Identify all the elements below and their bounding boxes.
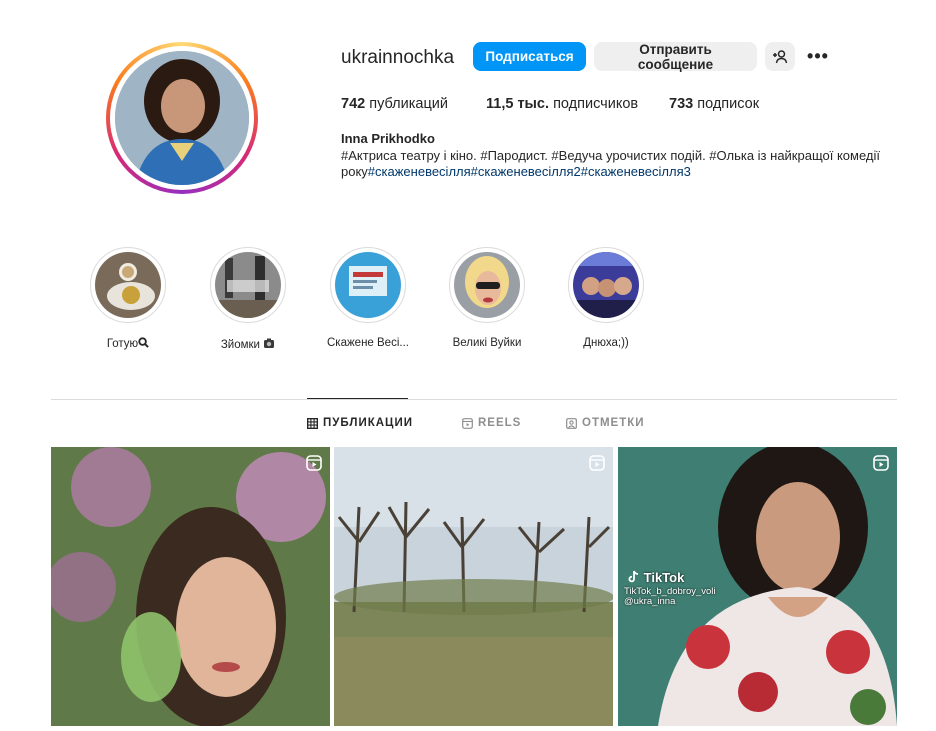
avatar[interactable] bbox=[115, 51, 249, 185]
post-thumbnail[interactable] bbox=[334, 447, 613, 726]
followers-stat[interactable]: 11,5 тыс. подписчиков bbox=[486, 96, 638, 112]
highlight-item[interactable]: Великі Вуйки bbox=[427, 247, 547, 349]
highlight-item[interactable]: Готую bbox=[68, 247, 188, 350]
post-image bbox=[334, 447, 613, 726]
tiktok-logo-text: TikTok bbox=[643, 570, 685, 585]
tabs-divider bbox=[51, 399, 897, 400]
post-thumbnail[interactable] bbox=[51, 447, 330, 726]
reel-badge-icon bbox=[873, 455, 889, 471]
tab-tagged[interactable]: ОТМЕТКИ bbox=[566, 417, 645, 429]
send-message-button[interactable]: Отправить сообщение bbox=[594, 42, 757, 72]
highlight-ring bbox=[449, 247, 525, 323]
grid-icon bbox=[307, 417, 318, 429]
highlight-label: Днюха;)) bbox=[583, 337, 629, 349]
tab-posts-label: ПУБЛИКАЦИИ bbox=[323, 417, 413, 429]
tagged-icon bbox=[566, 417, 577, 429]
search-icon bbox=[138, 337, 149, 348]
tiktok-username: TikTok_b_dobroy_voli @ukra_inna bbox=[624, 587, 716, 607]
camera-emoji-icon bbox=[264, 338, 275, 348]
profile-avatar-ring[interactable] bbox=[106, 42, 258, 194]
reels-icon bbox=[462, 417, 473, 429]
avatar-photo bbox=[115, 51, 249, 185]
bio: #Актриса театру і кіно. #Пародист. #Веду… bbox=[341, 148, 881, 180]
following-label: подписок bbox=[697, 96, 760, 112]
highlight-cover bbox=[335, 252, 401, 318]
tab-reels-label: REELS bbox=[478, 417, 522, 429]
tab-reels[interactable]: REELS bbox=[462, 417, 521, 429]
posts-count-stat[interactable]: 742 публикаций bbox=[341, 96, 448, 112]
bio-hashtag-link[interactable]: #скаженевесілля bbox=[368, 164, 471, 179]
post-image bbox=[51, 447, 330, 726]
tiktok-icon bbox=[628, 570, 639, 583]
highlight-cover bbox=[95, 252, 161, 318]
highlight-label: Великі Вуйки bbox=[452, 337, 522, 349]
reel-badge-icon bbox=[589, 455, 605, 471]
highlight-item[interactable]: Скажене Весі... bbox=[308, 247, 428, 349]
highlight-cover bbox=[454, 252, 520, 318]
post-thumbnail[interactable]: TikTok TikTok_b_dobroy_voli @ukra_inna bbox=[618, 447, 897, 726]
followers-label: подписчиков bbox=[553, 96, 639, 112]
highlight-ring bbox=[90, 247, 166, 323]
highlight-item[interactable]: Днюха;)) bbox=[546, 247, 666, 349]
suggested-users-button[interactable] bbox=[765, 42, 795, 71]
follow-button[interactable]: Подписаться bbox=[473, 42, 586, 71]
avatar-gap bbox=[110, 46, 254, 190]
highlight-label: Готую bbox=[68, 337, 188, 350]
bio-hashtag-link[interactable]: #скаженевесілля2 bbox=[471, 164, 581, 179]
followers-count: 11,5 тыс. bbox=[486, 96, 550, 112]
active-tab-indicator bbox=[307, 398, 408, 399]
highlight-label: Зйомки bbox=[188, 337, 308, 351]
full-name: Inna Prikhodko bbox=[341, 131, 435, 146]
highlight-ring bbox=[330, 247, 406, 323]
username: ukrainnochka bbox=[341, 47, 455, 68]
highlight-item[interactable]: Зйомки bbox=[188, 247, 308, 351]
highlight-label: Скажене Весі... bbox=[327, 337, 409, 349]
posts-count: 742 bbox=[341, 96, 366, 112]
highlight-ring bbox=[568, 247, 644, 323]
following-count: 733 bbox=[669, 96, 694, 112]
tab-tagged-label: ОТМЕТКИ bbox=[582, 417, 645, 429]
posts-label: публикаций bbox=[369, 96, 448, 112]
highlight-cover bbox=[573, 252, 639, 318]
following-stat[interactable]: 733 подписок bbox=[669, 96, 759, 112]
bio-hashtag-link[interactable]: #скаженевесілля3 bbox=[581, 164, 691, 179]
more-options-icon[interactable]: ••• bbox=[805, 46, 831, 66]
reel-badge-icon bbox=[306, 455, 322, 471]
highlight-ring bbox=[210, 247, 286, 323]
add-user-icon bbox=[773, 49, 788, 63]
tiktok-watermark: TikTok bbox=[628, 570, 684, 585]
tiktok-handle-line: @ukra_inna bbox=[624, 596, 676, 607]
tab-posts[interactable]: ПУБЛИКАЦИИ bbox=[307, 417, 413, 429]
highlight-cover bbox=[215, 252, 281, 318]
